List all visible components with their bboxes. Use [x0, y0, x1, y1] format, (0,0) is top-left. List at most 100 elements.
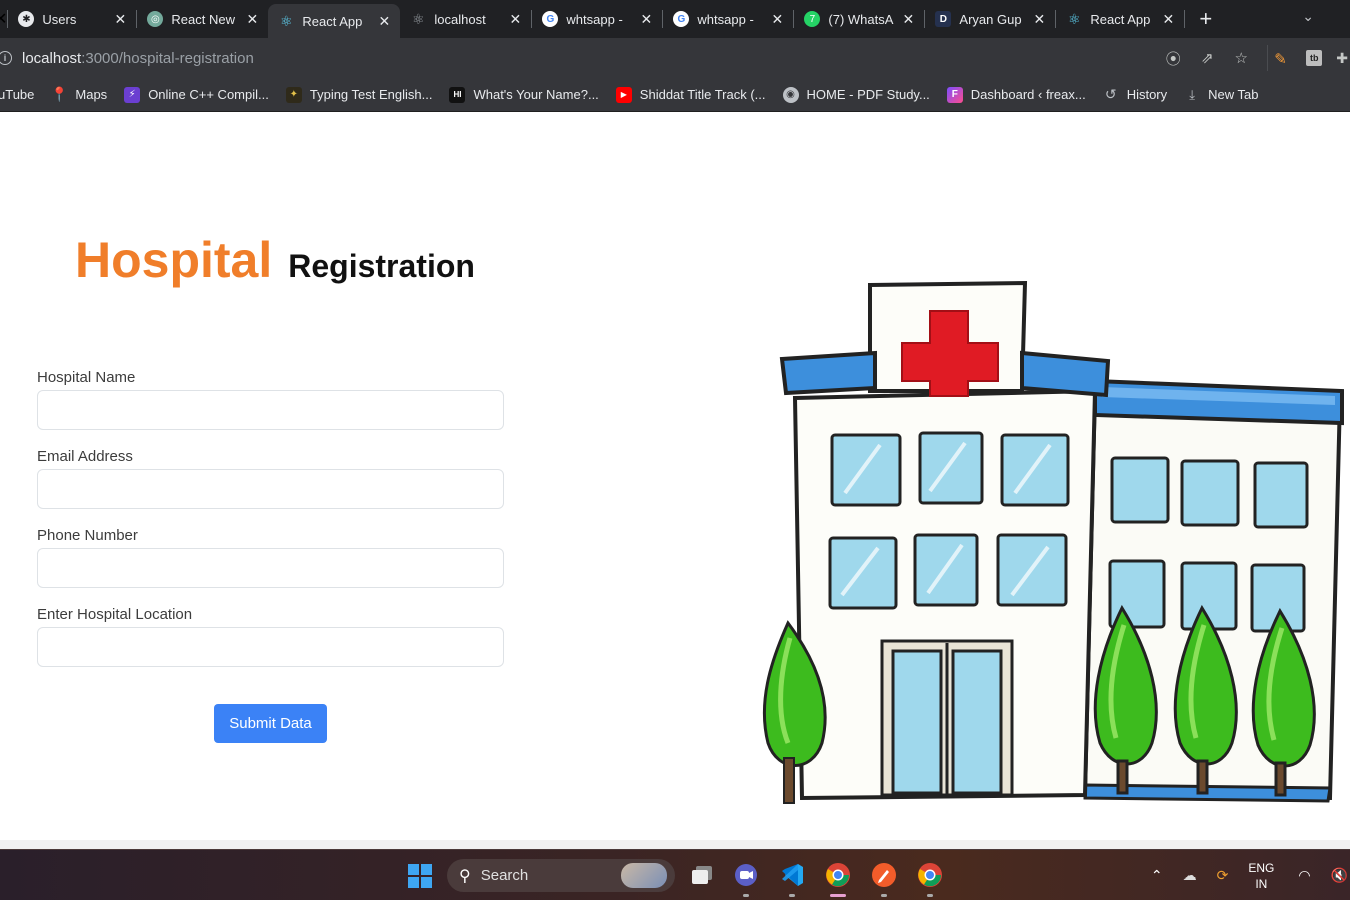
- bookmark-label: Shiddat Title Track (...: [639, 87, 766, 102]
- vscode-icon[interactable]: [778, 861, 806, 897]
- extensions-area: ✎ tb ✚: [1267, 45, 1350, 71]
- tab-whatsapp[interactable]: 7 (7) WhatsA ✕: [794, 0, 924, 38]
- tb-extension-icon[interactable]: tb: [1306, 50, 1323, 66]
- search-icon: ⚲: [459, 867, 471, 885]
- new-tab-plus-icon[interactable]: +: [1199, 8, 1212, 30]
- bookmark-online-cpp[interactable]: ⚡ Online C++ Compil...: [124, 86, 269, 103]
- hospital-name-input[interactable]: [37, 390, 504, 430]
- history-icon: ↺: [1104, 86, 1117, 102]
- email-address-label: Email Address: [37, 448, 133, 465]
- tab-title: localhost: [434, 11, 486, 27]
- tab-separator: [1184, 10, 1186, 28]
- tab-title: whtsapp -: [566, 11, 623, 27]
- page-title-registration: Registration: [288, 248, 475, 284]
- bookmark-label: Dashboard ‹ freax...: [970, 87, 1086, 102]
- bookmark-typing-test[interactable]: ✦ Typing Test English...: [285, 86, 432, 103]
- bookmark-history[interactable]: ↺ History: [1103, 86, 1167, 103]
- taskbar-search-label: Search: [480, 867, 529, 884]
- wifi-icon[interactable]: ◠: [1298, 867, 1310, 884]
- bookmark-label: New Tab: [1208, 87, 1259, 102]
- cloud-error-icon[interactable]: ☁: [1183, 867, 1197, 884]
- browser-tab-strip: ✕ ✱ Users ✕ ◎ React New ✕ ⚛ React App ✕ …: [0, 0, 1350, 38]
- tab-react-new[interactable]: ◎ React New ✕: [137, 0, 268, 38]
- language-code: ENG: [1248, 860, 1275, 875]
- close-icon[interactable]: ✕: [507, 11, 523, 27]
- share-icon[interactable]: ⇗: [1199, 49, 1215, 67]
- tab-whtsapp-2[interactable]: G whtsapp - ✕: [663, 0, 793, 38]
- close-icon[interactable]: ✕: [0, 9, 7, 29]
- task-view-icon[interactable]: [688, 861, 716, 889]
- pencil-extension-icon[interactable]: ✎: [1274, 50, 1290, 68]
- chrome-profile-icon[interactable]: [916, 861, 944, 897]
- address-bar[interactable]: localhost:3000/hospital-registration: [22, 50, 254, 67]
- phone-number-label: Phone Number: [37, 527, 138, 544]
- teams-meet-icon[interactable]: [732, 861, 760, 897]
- hospital-building-illustration: [762, 280, 1344, 804]
- page-title-hospital: Hospital: [75, 232, 273, 288]
- system-tray: ⌃ ☁ ⟳ ENG IN ◠ 🔇: [1151, 850, 1350, 900]
- puzzle-extension-icon[interactable]: ✚: [1336, 50, 1348, 67]
- react-icon: ⚛: [280, 12, 293, 29]
- tab-whtsapp-1[interactable]: G whtsapp - ✕: [532, 0, 662, 38]
- bookmark-shiddat[interactable]: ▶ Shiddat Title Track (...: [615, 86, 766, 103]
- phone-number-input[interactable]: [37, 548, 504, 588]
- close-icon[interactable]: ✕: [769, 11, 785, 27]
- user-shield-icon: ✱: [18, 11, 35, 27]
- email-address-input[interactable]: [37, 469, 504, 509]
- language-indicator[interactable]: ENG IN: [1248, 860, 1274, 892]
- tab-users[interactable]: ✱ Users ✕: [8, 0, 136, 38]
- taskbar-search[interactable]: ⚲ Search: [447, 859, 675, 892]
- url-host: localhost: [22, 49, 82, 67]
- app-active-indicator: [830, 894, 846, 897]
- pen-app-icon[interactable]: [870, 861, 898, 897]
- maps-pin-icon: 📍: [50, 86, 69, 102]
- bookmark-label: Online C++ Compil...: [148, 87, 269, 102]
- page-title: Hospital Registration: [75, 231, 475, 289]
- bookmark-new-tab[interactable]: ⤓ New Tab: [1184, 87, 1258, 103]
- tab-search-chevron-icon[interactable]: ⌄: [1302, 8, 1314, 25]
- close-icon[interactable]: ✕: [376, 13, 392, 29]
- tab-title: Aryan Gup: [959, 11, 1022, 27]
- hospital-location-label: Enter Hospital Location: [37, 606, 193, 623]
- close-icon[interactable]: ✕: [244, 11, 260, 27]
- close-icon[interactable]: ✕: [638, 11, 654, 27]
- windows-taskbar: ⚲ Search ⌃ ☁ ⟳ ENG IN ◠ 🔇: [0, 849, 1350, 900]
- bookmark-youtube[interactable]: uTube: [0, 87, 34, 102]
- hospital-name-label: Hospital Name: [37, 369, 136, 386]
- bookmark-label: uTube: [0, 87, 35, 102]
- volume-muted-icon[interactable]: 🔇: [1331, 867, 1348, 884]
- bookmark-star-icon[interactable]: ☆: [1233, 49, 1249, 67]
- language-region: IN: [1255, 876, 1268, 891]
- bookmark-whats-your-name[interactable]: HI What's Your Name?...: [449, 86, 599, 103]
- chrome-icon[interactable]: [824, 861, 852, 897]
- typing-icon: ✦: [285, 86, 302, 103]
- toolbar-actions: ⦿ ⇗ ☆ ✎ tb ✚: [1165, 38, 1350, 78]
- close-icon[interactable]: ✕: [1160, 11, 1176, 27]
- close-icon[interactable]: ✕: [1031, 11, 1047, 27]
- submit-data-button[interactable]: Submit Data: [214, 704, 327, 743]
- site-info-icon[interactable]: i: [0, 51, 12, 65]
- close-icon[interactable]: ✕: [112, 11, 128, 27]
- hospital-location-input[interactable]: [37, 627, 504, 667]
- tab-react-app-active[interactable]: ⚛ React App ✕: [268, 4, 401, 38]
- tab-react-app-2[interactable]: ⚛ React App ✕: [1056, 0, 1184, 38]
- sync-icon[interactable]: ⟳: [1217, 867, 1229, 884]
- tab-localhost[interactable]: ⚛ localhost ✕: [400, 0, 531, 38]
- search-highlight-art-icon: [621, 863, 667, 888]
- youtube-icon: ▶: [615, 86, 632, 103]
- hi-icon: HI: [449, 86, 466, 103]
- google-icon: G: [673, 11, 690, 27]
- bookmark-dashboard[interactable]: F Dashboard ‹ freax...: [946, 86, 1086, 103]
- hospital-registration-form: Hospital Name Email Address Phone Number…: [37, 369, 504, 685]
- location-pin-icon[interactable]: ⦿: [1165, 48, 1181, 69]
- close-icon[interactable]: ✕: [900, 11, 916, 27]
- page-content: Hospital Registration Hospital Name Emai…: [0, 113, 1350, 840]
- bookmark-pdf-study[interactable]: ◉ HOME - PDF Study...: [782, 86, 930, 103]
- show-hidden-icons-chevron-icon[interactable]: ⌃: [1151, 867, 1163, 884]
- phone-number-field: Phone Number: [37, 527, 504, 588]
- tab-aryan-gup[interactable]: D Aryan Gup ✕: [925, 0, 1055, 38]
- google-icon: G: [542, 11, 559, 27]
- windows-start-icon[interactable]: [408, 864, 432, 888]
- bookmark-maps[interactable]: 📍 Maps: [50, 86, 108, 103]
- tab-title: React App: [302, 13, 363, 29]
